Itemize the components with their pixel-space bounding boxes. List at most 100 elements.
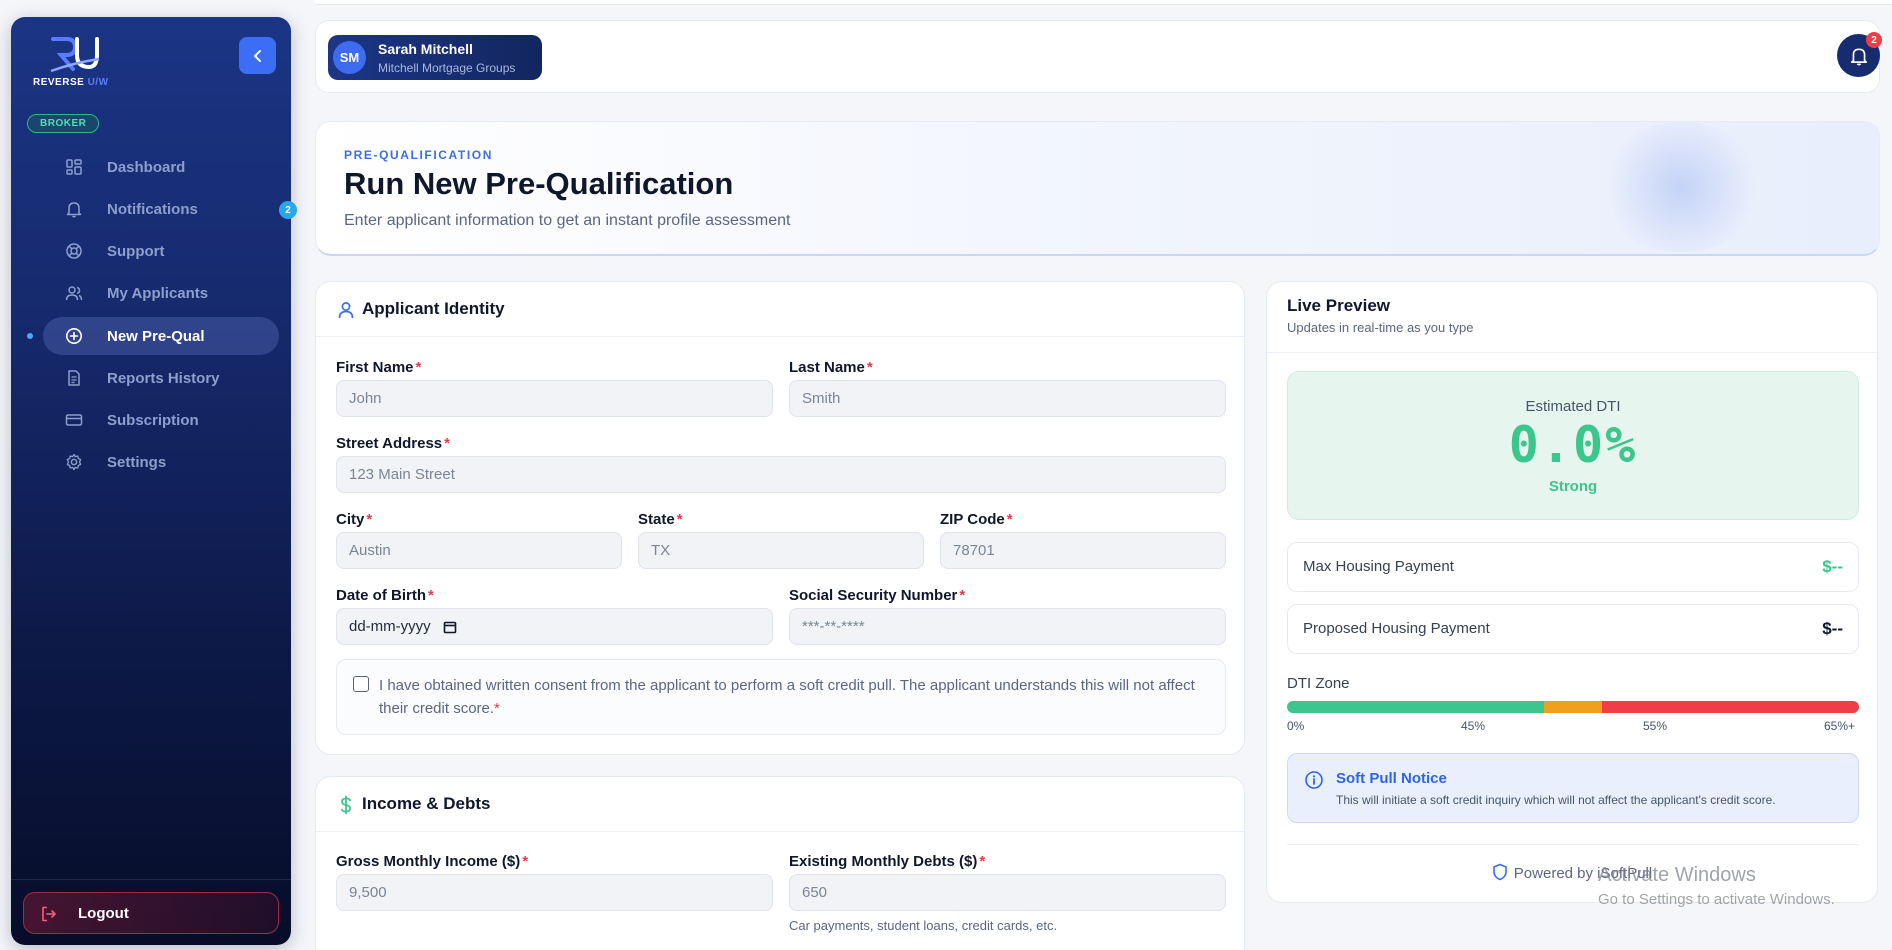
notification-count-badge: 2 [279, 201, 297, 219]
sidebar-item-dashboard[interactable]: Dashboard [43, 148, 279, 186]
label-text: ZIP Code [940, 511, 1005, 528]
avatar: SM [333, 41, 366, 74]
card-header: Income & Debts [316, 777, 1244, 832]
dti-zone-title: DTI Zone [1287, 675, 1350, 692]
gear-icon [66, 453, 82, 471]
required-mark: * [959, 587, 966, 604]
date-of-birth-input[interactable]: dd-mm-yyyy [336, 608, 773, 645]
sidebar-item-settings[interactable]: Settings [43, 443, 279, 481]
monthly-debts-hint: Car payments, student loans, credit card… [789, 918, 1058, 933]
required-mark: * [494, 700, 500, 717]
chevron-left-icon [253, 49, 261, 62]
preview-subtitle: Updates in real-time as you type [1287, 320, 1474, 335]
gross-income-label: Gross Monthly Income ($) * [336, 853, 528, 870]
collapse-sidebar-button[interactable] [239, 37, 276, 74]
page-eyebrow: PRE-QUALIFICATION [344, 148, 493, 162]
logo-text-accent: U/W [87, 77, 109, 88]
sidebar-item-label: Notifications [107, 201, 198, 218]
users-icon [65, 286, 83, 301]
label-text: First Name [336, 359, 414, 376]
sidebar: REVERSE U/W BROKER Dashboard Notificatio… [11, 17, 297, 945]
notice-title: Soft Pull Notice [1336, 770, 1447, 787]
max-housing-payment-row: Max Housing Payment $-- [1287, 542, 1859, 592]
required-mark: * [866, 359, 873, 376]
required-mark: * [979, 853, 986, 870]
required-mark: * [415, 359, 422, 376]
user-profile-chip[interactable]: SM Sarah Mitchell Mitchell Mortgage Grou… [328, 35, 542, 80]
dollar-icon [341, 795, 351, 815]
monthly-debts-input[interactable] [789, 874, 1226, 911]
sidebar-item-support[interactable]: Support [43, 232, 279, 270]
required-mark: * [676, 511, 683, 528]
dti-zone-red [1601, 701, 1859, 713]
ssn-input[interactable] [789, 608, 1226, 645]
page-subtitle: Enter applicant information to get an in… [344, 212, 791, 229]
top-bar: SM Sarah Mitchell Mitchell Mortgage Grou… [315, 20, 1882, 93]
street-address-input[interactable] [336, 456, 1226, 493]
state-input[interactable] [638, 532, 924, 569]
consent-label[interactable]: I have obtained written consent from the… [379, 674, 1209, 720]
sidebar-item-reports-history[interactable]: Reports History [43, 359, 279, 397]
dti-zone-tick: 65%+ [1824, 719, 1856, 733]
required-mark: * [522, 853, 529, 870]
page-title: Run New Pre-Qualification [344, 166, 734, 201]
dashboard-icon [66, 159, 82, 175]
sidebar-item-label: Dashboard [107, 159, 186, 176]
page-hero: PRE-QUALIFICATION Run New Pre-Qualificat… [315, 121, 1880, 256]
document-icon [68, 370, 80, 386]
logout-icon [42, 906, 56, 922]
sidebar-item-label: Support [107, 243, 165, 260]
gross-income-input[interactable] [336, 874, 773, 911]
first-name-label: First Name * [336, 359, 421, 376]
live-preview-card: Live Preview Updates in real-time as you… [1266, 281, 1878, 903]
dti-zone-tick: 55% [1643, 719, 1668, 733]
label-text: State [638, 511, 675, 528]
proposed-housing-value: $-- [1822, 619, 1843, 638]
plus-circle-icon [66, 328, 82, 344]
card-header: Applicant Identity [316, 282, 1244, 337]
notification-count-badge: 2 [1866, 32, 1882, 48]
sidebar-divider [11, 879, 291, 880]
sidebar-item-notifications[interactable]: Notifications 2 [43, 190, 297, 228]
consent-checkbox[interactable] [353, 676, 369, 692]
hero-glow [1596, 122, 1766, 252]
date-of-birth-value: dd-mm-yyyy [349, 618, 431, 635]
zip-code-label: ZIP Code * [940, 511, 1013, 528]
ssn-label: Social Security Number * [789, 587, 965, 604]
required-mark: * [428, 587, 434, 604]
dti-status: Strong [1548, 478, 1598, 495]
dti-zone-green [1287, 701, 1545, 713]
zip-code-input[interactable] [940, 532, 1226, 569]
dti-zone-tick: 45% [1461, 719, 1486, 733]
max-housing-value: $-- [1822, 557, 1843, 576]
preview-title: Live Preview [1287, 296, 1391, 315]
last-name-label: Last Name * [789, 359, 873, 376]
last-name-input[interactable] [789, 380, 1226, 417]
soft-pull-notice: Soft Pull Notice This will initiate a so… [1287, 753, 1859, 823]
label-text: Gross Monthly Income ($) [336, 853, 521, 870]
watermark-subtitle: Go to Settings to activate Windows. [1598, 891, 1835, 908]
active-indicator-dot [27, 333, 33, 339]
sidebar-item-label: Settings [107, 454, 167, 471]
logout-button[interactable]: Logout [23, 892, 279, 934]
label-text: Social Security Number [789, 587, 958, 604]
os-activation-watermark: Activate Windows Go to Settings to activ… [1598, 864, 1835, 908]
calendar-icon[interactable] [443, 620, 457, 634]
role-badge: BROKER [27, 114, 100, 133]
sidebar-item-my-applicants[interactable]: My Applicants [43, 274, 279, 312]
city-input[interactable] [336, 532, 622, 569]
proposed-housing-payment-row: Proposed Housing Payment $-- [1287, 604, 1859, 654]
logout-label: Logout [78, 905, 129, 922]
label-text: Existing Monthly Debts ($) [789, 853, 978, 870]
first-name-input[interactable] [336, 380, 773, 417]
sidebar-item-new-pre-qual[interactable]: New Pre-Qual [43, 317, 279, 355]
label-text: Last Name [789, 359, 865, 376]
notice-text: This will initiate a soft credit inquiry… [1336, 793, 1776, 807]
divider [1287, 844, 1859, 845]
sidebar-item-subscription[interactable]: Subscription [43, 401, 279, 439]
monthly-debts-label: Existing Monthly Debts ($) * [789, 853, 985, 870]
credit-card-icon [65, 414, 83, 426]
user-icon [338, 302, 354, 319]
consent-text: I have obtained written consent from the… [379, 677, 1195, 717]
max-housing-label: Max Housing Payment [1303, 558, 1454, 575]
